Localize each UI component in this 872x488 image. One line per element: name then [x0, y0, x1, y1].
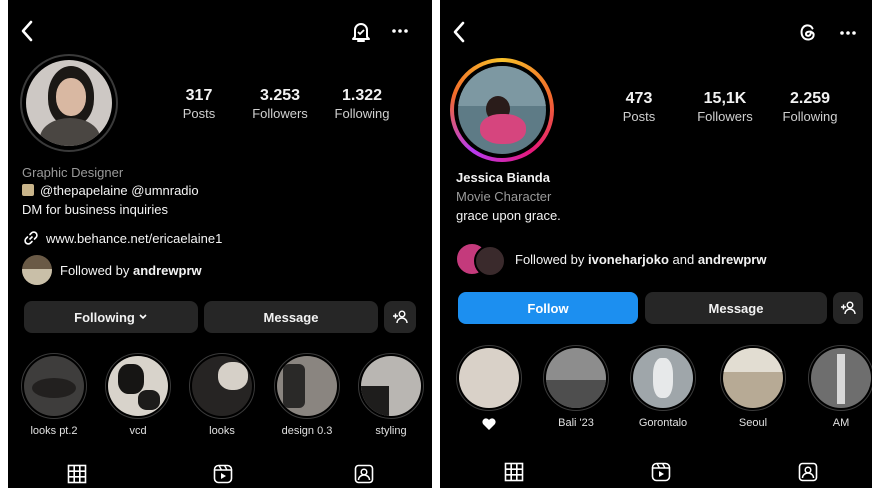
tagged-icon[interactable] — [798, 462, 818, 487]
add-person-icon — [393, 310, 408, 324]
threads-icon[interactable] — [797, 21, 819, 43]
reels-icon[interactable] — [651, 462, 671, 487]
profile-name: Jessica Bianda — [456, 170, 550, 185]
posts-label: Posts — [622, 109, 656, 124]
following-button[interactable]: Following — [24, 301, 198, 333]
followers-label: Followers — [697, 109, 753, 124]
profile-panel-left: 317 Posts 3.253 Followers 1.322 Followin… — [8, 0, 432, 488]
highlight-photo — [108, 356, 168, 416]
followed-by-prefix: Followed by — [515, 252, 588, 267]
highlight-design[interactable]: design 0.3 — [274, 353, 340, 437]
avatar-photo — [26, 60, 112, 146]
notification-bell-icon[interactable] — [350, 20, 372, 44]
followed-by[interactable]: Followed by ivoneharjoko and andrewprw — [515, 251, 766, 268]
message-button[interactable]: Message — [645, 292, 827, 324]
followers-stat[interactable]: 15,1K Followers — [680, 90, 770, 125]
back-icon[interactable] — [452, 21, 466, 43]
followers-count: 15,1K — [703, 90, 747, 107]
highlight-heart[interactable] — [456, 345, 522, 430]
following-stat[interactable]: 2.259 Following — [765, 90, 855, 125]
highlight-photo — [723, 348, 783, 408]
follower-avatar[interactable] — [22, 255, 52, 285]
grid-icon[interactable] — [504, 462, 524, 487]
profile-category: Movie Character — [456, 189, 552, 204]
highlight-looks[interactable]: looks — [189, 353, 255, 437]
following-count: 2.259 — [789, 90, 831, 107]
message-button[interactable]: Message — [204, 301, 378, 333]
posts-label: Posts — [182, 106, 216, 121]
more-icon[interactable] — [391, 28, 409, 34]
highlight-photo — [277, 356, 337, 416]
bio-mentions-text[interactable]: @thepapelaine @umnradio — [40, 183, 199, 198]
more-icon[interactable] — [839, 30, 857, 36]
followed-by-prefix: Followed by — [60, 263, 133, 278]
avatar[interactable] — [20, 54, 118, 152]
followed-by-user[interactable]: andrewprw — [698, 252, 767, 267]
followed-by-user[interactable]: ivoneharjoko — [588, 252, 669, 267]
highlight-seoul[interactable]: Seoul — [720, 345, 786, 429]
highlight-looks-pt2[interactable]: looks pt.2 — [21, 353, 87, 437]
highlight-photo — [24, 356, 84, 416]
highlight-photo — [811, 348, 871, 408]
profile-category: Graphic Designer — [22, 165, 124, 180]
tagged-icon[interactable] — [354, 464, 374, 488]
grid-icon[interactable] — [67, 464, 87, 488]
followers-label: Followers — [252, 106, 308, 121]
bio-text: DM for business inquiries — [22, 202, 168, 217]
posts-stat[interactable]: 317 Posts — [154, 87, 244, 122]
heart-icon — [456, 417, 522, 430]
website-link[interactable]: www.behance.net/ericaelaine1 — [46, 230, 222, 247]
add-person-button[interactable] — [384, 301, 416, 333]
person-emoji-icon — [22, 184, 34, 196]
bio-mentions: @thepapelaine @umnradio — [22, 182, 199, 199]
add-person-button[interactable] — [833, 292, 863, 324]
following-label: Following — [782, 109, 838, 124]
followers-count: 3.253 — [259, 87, 301, 104]
followed-by[interactable]: Followed by andrewprw — [60, 262, 202, 279]
mutual-followers-avatars[interactable] — [456, 243, 506, 277]
bio-text: grace upon grace. — [456, 208, 561, 223]
highlight-photo — [459, 348, 519, 408]
posts-count: 473 — [625, 90, 653, 107]
link-icon — [23, 230, 39, 246]
avatar-story-ring[interactable] — [450, 58, 554, 162]
follow-button[interactable]: Follow — [458, 292, 638, 324]
following-count: 1.322 — [341, 87, 383, 104]
posts-count: 317 — [185, 87, 213, 104]
highlight-photo — [633, 348, 693, 408]
following-button-label: Following — [74, 309, 135, 325]
highlight-label: AM — [832, 417, 850, 429]
highlight-bali[interactable]: Bali '23 — [543, 345, 609, 429]
highlight-label: looks — [209, 425, 235, 437]
highlight-vcd[interactable]: vcd — [105, 353, 171, 437]
following-stat[interactable]: 1.322 Following — [317, 87, 407, 122]
follow-button-label: Follow — [527, 300, 569, 316]
profile-panel-right: 473 Posts 15,1K Followers 2.259 Followin… — [440, 0, 872, 488]
highlight-gorontalo[interactable]: Gorontalo — [630, 345, 696, 429]
followed-by-user[interactable]: andrewprw — [133, 263, 202, 278]
highlight-photo — [361, 356, 421, 416]
reels-icon[interactable] — [213, 464, 233, 488]
highlight-styling[interactable]: styling — [358, 353, 424, 437]
highlight-photo — [192, 356, 252, 416]
back-icon[interactable] — [20, 20, 34, 42]
highlight-am[interactable]: AM — [808, 345, 872, 429]
followed-by-and: and — [668, 252, 698, 267]
message-button-label: Message — [263, 309, 319, 325]
highlight-label: Bali '23 — [558, 417, 594, 429]
highlight-label: vcd — [129, 425, 147, 437]
message-button-label: Message — [708, 300, 764, 316]
highlight-label: styling — [375, 425, 407, 437]
highlight-label: Gorontalo — [638, 417, 688, 429]
posts-stat[interactable]: 473 Posts — [594, 90, 684, 125]
add-person-icon — [841, 301, 856, 315]
avatar-photo — [458, 66, 546, 154]
highlight-label: looks pt.2 — [30, 425, 78, 437]
chevron-down-icon — [139, 314, 147, 320]
following-label: Following — [334, 106, 390, 121]
highlight-label: design 0.3 — [281, 425, 333, 437]
highlight-photo — [546, 348, 606, 408]
followers-stat[interactable]: 3.253 Followers — [235, 87, 325, 122]
highlight-label: Seoul — [738, 417, 768, 429]
